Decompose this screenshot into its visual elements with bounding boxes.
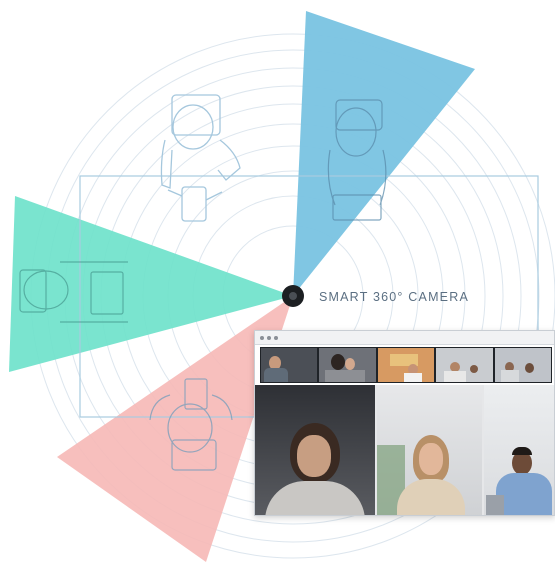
window-dot-icon xyxy=(267,335,271,340)
filmstrip-thumbnail[interactable] xyxy=(261,348,318,382)
camera-label: SMART 360° CAMERA xyxy=(319,290,469,304)
window-dot-icon xyxy=(274,335,278,340)
video-tile[interactable] xyxy=(255,385,375,515)
video-call-window xyxy=(254,330,555,516)
filmstrip-thumbnail[interactable] xyxy=(494,348,552,382)
video-tile[interactable] xyxy=(377,385,482,515)
video-tiles xyxy=(255,385,554,515)
video-tile[interactable] xyxy=(484,385,554,515)
filmstrip-thumbnail[interactable] xyxy=(319,348,376,382)
filmstrip-thumbnail[interactable] xyxy=(436,348,493,382)
window-titlebar xyxy=(255,331,554,345)
person-top-left xyxy=(160,94,241,222)
filmstrip-thumbnail[interactable] xyxy=(377,348,435,382)
window-dot-icon xyxy=(260,335,264,340)
camera-icon xyxy=(282,285,304,307)
participant-filmstrip xyxy=(260,347,552,383)
